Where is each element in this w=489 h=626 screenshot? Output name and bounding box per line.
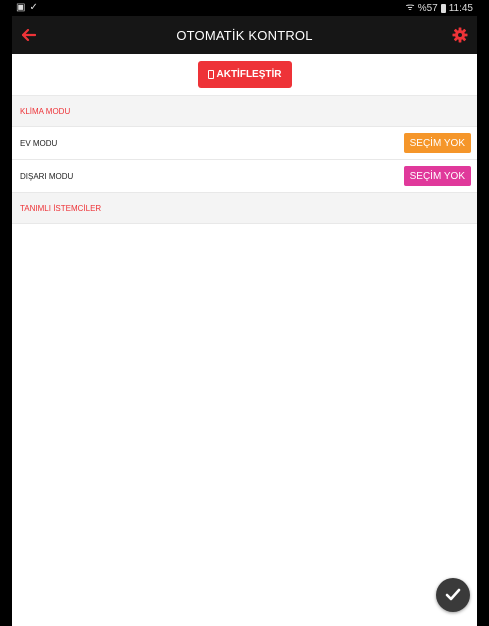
section-header-label: TANIMLI İSTEMCİLER: [20, 203, 102, 213]
activate-area: AKTİFLEŞTİR: [12, 54, 477, 96]
section-header-tanimli-istemciler[interactable]: TANIMLI İSTEMCİLER: [12, 193, 477, 224]
confirm-fab[interactable]: [436, 578, 470, 612]
check-download-icon: ✓: [29, 2, 38, 13]
page-title: OTOMATİK KONTROL: [176, 27, 313, 43]
status-bar-left: ▣ ✓: [16, 3, 38, 13]
activate-button[interactable]: AKTİFLEŞTİR: [197, 61, 292, 88]
clock: 11:45: [448, 2, 473, 14]
image-icon: ▣: [16, 2, 26, 13]
checkmark-icon: [445, 588, 461, 601]
settings-button[interactable]: [449, 24, 471, 46]
section-header-label: KLİMA MODU: [20, 106, 71, 116]
back-button[interactable]: [18, 24, 40, 46]
activate-button-label: AKTİFLEŞTİR: [216, 69, 282, 80]
back-arrow-icon: [22, 29, 36, 41]
app-bar: OTOMATİK KONTROL: [12, 16, 477, 54]
wifi-icon: ᯤ: [405, 2, 415, 13]
mode-row-disari: DIŞARI MODU SEÇİM YOK: [12, 160, 477, 193]
mode-label: DIŞARI MODU: [20, 171, 74, 181]
mode-row-ev: EV MODU SEÇİM YOK: [12, 127, 477, 160]
section-header-klima-modu: KLİMA MODU: [12, 96, 477, 127]
phone-icon: [207, 70, 214, 79]
ev-mode-select-button[interactable]: SEÇİM YOK: [403, 133, 471, 153]
mode-label: EV MODU: [20, 138, 58, 148]
status-bar: ▣ ✓ ᯤ %57 11:45: [12, 0, 477, 16]
battery-percent: %57: [417, 2, 438, 14]
app-frame: ▣ ✓ ᯤ %57 11:45 OTOMATİK KONTROL AKTİFLE…: [12, 0, 477, 626]
disari-mode-select-button[interactable]: SEÇİM YOK: [403, 166, 471, 186]
gear-icon: [452, 27, 468, 43]
battery-icon: [440, 3, 446, 13]
status-bar-right: ᯤ %57 11:45: [406, 3, 473, 14]
